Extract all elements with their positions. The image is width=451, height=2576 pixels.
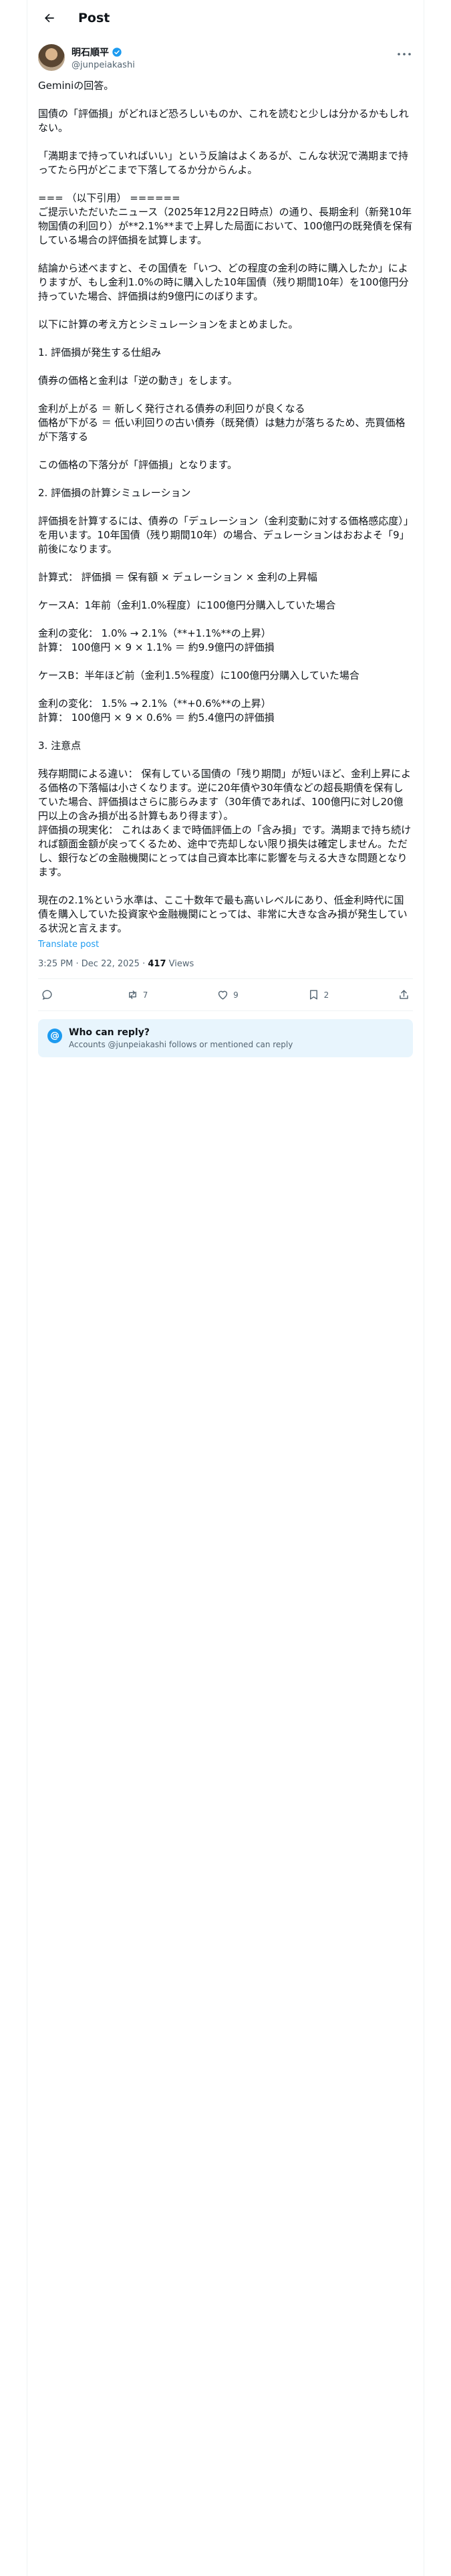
post-paragraph: この価格の下落分が「評価損」となります。 [38,459,238,471]
bookmark-button[interactable]: 2 [307,988,329,1001]
post-paragraph: 3. 注意点 [38,740,82,752]
author-name[interactable]: 明石順平 [71,45,135,59]
reply-icon [42,990,52,1000]
repost-button[interactable]: 7 [126,988,148,1001]
post-column: Post 明石順平 @junpeiakashi Geminiの回答。 国債の「評… [27,0,424,2576]
repost-count: 7 [142,990,148,1000]
like-button[interactable]: 9 [216,988,239,1001]
views-count: 417 [148,959,166,969]
post-paragraph: ケースA：1年前（金利1.0%程度）に100億円分購入していた場合 [38,599,336,611]
post-paragraph: 金利の変化： 1.5% → 2.1%（**+0.6%**の上昇） 計算： 100… [38,697,275,724]
back-button[interactable] [38,7,61,29]
post-paragraph: 1. 評価損が発生する仕組み [38,346,162,358]
bookmark-count: 2 [323,990,329,1000]
author-handle[interactable]: @junpeiakashi [71,60,135,70]
like-count: 9 [233,990,239,1000]
post-paragraph: 国債の「評価損」がどれほど恐ろしいものか、これを読むと少しは分かるかもしれない。 [38,108,409,134]
action-bar: 7 9 2 [38,979,413,1011]
post-paragraph: 結論から述べますと、その国債を「いつ、どの程度の金利の時に購入したか」によります… [38,262,409,302]
share-button[interactable] [398,988,410,1001]
post-paragraph: ケースB：半年ほど前（金利1.5%程度）に100億円分購入していた場合 [38,669,359,681]
verified-badge-icon [112,47,122,57]
translate-post-link[interactable]: Translate post [27,940,424,950]
post-paragraph: Geminiの回答。 [38,80,114,92]
post-paragraph: === （以下引用） ====== ご提示いただいたニュース（2025年12月2… [38,192,413,246]
bookmark-icon [309,990,317,1000]
post-paragraph: 以下に計算の考え方とシミュレーションをまとめました。 [38,318,299,330]
arrow-left-icon [44,13,54,23]
post-timestamp[interactable]: 3:25 PM · Dec 22, 2025 · [38,959,148,969]
post-paragraph: 金利が上がる ＝ 新しく発行される債券の利回りが良くなる 価格が下がる ＝ 低い… [38,403,406,443]
at-sign-icon [47,1029,62,1043]
who-can-reply-panel: Who can reply? Accounts @junpeiakashi fo… [38,1019,413,1057]
top-bar: Post [27,0,424,36]
who-can-reply-subtitle: Accounts @junpeiakashi follows or mentio… [69,1040,293,1049]
post-paragraph: 「満期まで持っていればいい」という反論はよくあるが、こんな状況で満期まで持ってた… [38,150,408,176]
who-can-reply-title: Who can reply? [69,1027,150,1038]
author-display-name: 明石順平 [71,47,109,58]
post-body: Geminiの回答。 国債の「評価損」がどれほど恐ろしいものか、これを読むと少し… [27,71,424,936]
post-paragraph: 計算式： 評価損 ＝ 保有額 × デュレーション × 金利の上昇幅 [38,571,317,583]
author-row: 明石順平 @junpeiakashi [27,36,424,71]
more-options-icon[interactable] [397,51,412,58]
post-metadata: 3:25 PM · Dec 22, 2025 · 417 Views [38,959,413,979]
repost-icon [128,990,136,999]
page-title: Post [78,11,110,25]
post-paragraph: 残存期間による違い： 保有している国債の「残り期間」が短いほど、金利上昇による価… [38,768,412,878]
views-label: Views [166,959,194,969]
post-paragraph: 評価損を計算するには、債券の「デュレーション（金利変動に対する価格感応度）」を用… [38,515,410,555]
post-paragraph: 債券の価格と金利は「逆の動き」をします。 [38,374,238,387]
avatar[interactable] [38,44,65,71]
post-paragraph: 現在の2.1%という水準は、ここ十数年で最も高いレベルにあり、低金利時代に国債を… [38,894,408,934]
heart-icon [218,990,228,1000]
post-paragraph: 2. 評価損の計算シミュレーション [38,487,191,499]
share-icon [400,990,408,999]
post-paragraph: 金利の変化： 1.0% → 2.1%（**+1.1%**の上昇） 計算： 100… [38,627,275,653]
reply-button[interactable] [41,988,57,1001]
